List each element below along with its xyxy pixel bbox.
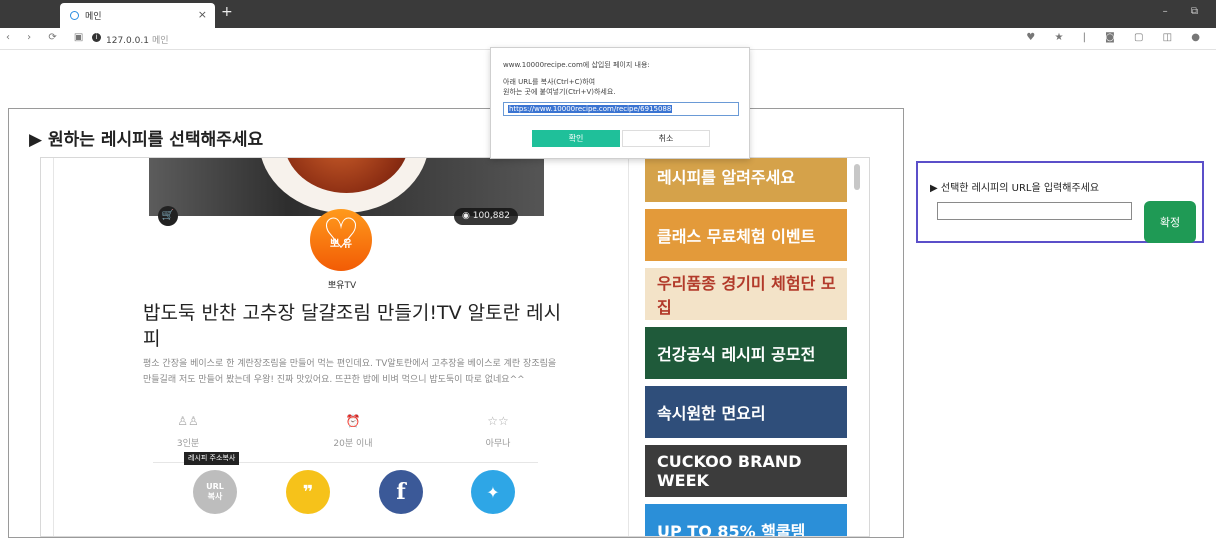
url-input-panel: ▶ 선택한 레시피의 URL을 입력해주세요 확정 [916,161,1204,243]
time-info: ⏰ 20분 이내 [308,414,398,449]
ad-banner-text: CUCKOO BRAND WEEK [657,452,802,490]
browser-titlebar: 메인 × + – ⧉ [0,0,1216,28]
info-icon[interactable]: i [92,33,101,42]
twitter-share-button[interactable]: ✦ [471,470,515,514]
dialog-cancel-button[interactable]: 취소 [622,130,710,147]
ad-banner-text: 건강공식 레시피 공모전 [657,345,816,364]
ad-banner-column: 레시피를 알려주세요 클래스 무료체험 이벤트 우리품종 경기미 체험단 모집 … [643,158,863,537]
ad-banner[interactable]: 클래스 무료체험 이벤트 [645,209,847,261]
tab-title: 메인 [85,12,102,22]
recipe-description: 평소 간장을 베이스로 한 계란장조림을 만들어 먹는 편인데요. TV알토란에… [143,359,557,385]
ad-scrollbar[interactable] [854,164,860,190]
servings-info: ♙♙ 3인분 [143,414,233,449]
kakao-share-button[interactable]: ❞ [286,470,330,514]
copy-url-dialog: www.10000recipe.com에 삽입된 페이지 내용: 아래 URL를… [490,47,750,159]
difficulty-text: 아무나 [485,439,511,449]
servings-text: 3인분 [176,439,200,449]
recipe-select-panel: ▶ 원하는 레시피를 선택해주세요 🛒 ◉ 100,882 ♡ 뽀 유 뽀유TV… [8,108,904,538]
ad-banner[interactable]: UP TO 85% 핵쿨템 [645,504,847,537]
url-input-label: ▶ 선택한 레시피의 URL을 입력해주세요 [930,183,1100,194]
author-avatar[interactable]: ♡ 뽀 유 [310,209,372,271]
recipe-card: 🛒 ◉ 100,882 ♡ 뽀 유 뽀유TV 밥도둑 반찬 고추장 달걀조림 만… [53,158,630,536]
ad-banner[interactable]: 우리품종 경기미 체험단 모집 [645,268,847,320]
ad-banner-text: 우리품종 경기미 체험단 모집 [657,274,836,317]
dialog-title: www.10000recipe.com에 삽입된 페이지 내용: [503,61,650,69]
ad-banner-text: 레시피를 알려주세요 [657,168,796,187]
stars-icon: ☆☆ [487,414,509,428]
facebook-share-button[interactable]: f [379,470,423,514]
ad-banner[interactable]: 레시피를 알려주세요 [645,158,847,202]
address-host: 127.0.0.1 [106,36,149,46]
ad-banner[interactable]: CUCKOO BRAND WEEK [645,445,847,497]
toolbar-right-icons[interactable]: ♥ ★ | ◙ ▢ ◫ ● [1026,32,1208,43]
dialog-message: 아래 URL를 복사(Ctrl+C)하여 원하는 곳에 붙여넣기(Ctrl+V)… [503,77,616,97]
address-bar[interactable]: 127.0.0.1 메인 [106,33,169,46]
navigation-buttons[interactable]: ‹ › ⟳ ▣ [6,32,90,43]
twitter-icon: ✦ [486,482,500,502]
avatar-text: 뽀 유 [330,238,352,250]
loading-icon [70,11,79,20]
cart-icon[interactable]: 🛒 [158,206,178,226]
ad-banner[interactable]: 속시원한 면요리 [645,386,847,438]
recipe-info-row: ♙♙ 3인분 ⏰ 20분 이내 ☆☆ 아무나 [143,414,543,454]
recipe-title: 밥도둑 반찬 고추장 달걀조림 만들기!TV 알토란 레시피 [143,302,562,350]
close-tab-icon[interactable]: × [198,8,207,21]
dialog-url-field[interactable]: https://www.10000recipe.com/recipe/69150… [503,102,739,116]
people-icon: ♙♙ [177,414,199,428]
alarm-clock-icon: ⏰ [345,414,361,428]
difficulty-info: ☆☆ 아무나 [453,414,543,449]
copy-url-label: URL 복사 [206,482,224,501]
copy-url-button[interactable]: URL 복사 [193,470,237,514]
author-name[interactable]: 뽀유TV [54,278,630,291]
dialog-message-line: 아래 URL를 복사(Ctrl+C)하여 [503,78,596,86]
copy-url-tooltip: 레시피 주소복사 [184,452,240,465]
ad-banner[interactable]: 건강공식 레시피 공모전 [645,327,847,379]
page-heading: ▶ 원하는 레시피를 선택해주세요 [29,130,264,150]
window-controls[interactable]: – ⧉ [1163,6,1208,17]
ad-banner-text: UP TO 85% 핵쿨템 [657,522,806,537]
embedded-recipe-frame[interactable]: 🛒 ◉ 100,882 ♡ 뽀 유 뽀유TV 밥도둑 반찬 고추장 달걀조림 만… [40,157,870,537]
time-text: 20분 이내 [333,439,373,449]
address-path: 메인 [151,36,169,46]
new-tab-button[interactable]: + [221,4,233,20]
dialog-message-line: 원하는 곳에 붙여넣기(Ctrl+V)하세요. [503,88,616,96]
ad-banner-text: 속시원한 면요리 [657,404,766,423]
recipe-url-input[interactable] [937,202,1132,220]
kakao-icon: ❞ [302,481,314,503]
dialog-url-text: https://www.10000recipe.com/recipe/69150… [508,105,673,113]
confirm-button[interactable]: 확정 [1144,201,1196,243]
facebook-icon: f [396,479,406,505]
dialog-ok-button[interactable]: 확인 [532,130,620,147]
view-count-badge: ◉ 100,882 [454,208,518,225]
ad-banner-text: 클래스 무료체험 이벤트 [657,227,816,246]
browser-tab[interactable]: 메인 × [60,3,215,28]
